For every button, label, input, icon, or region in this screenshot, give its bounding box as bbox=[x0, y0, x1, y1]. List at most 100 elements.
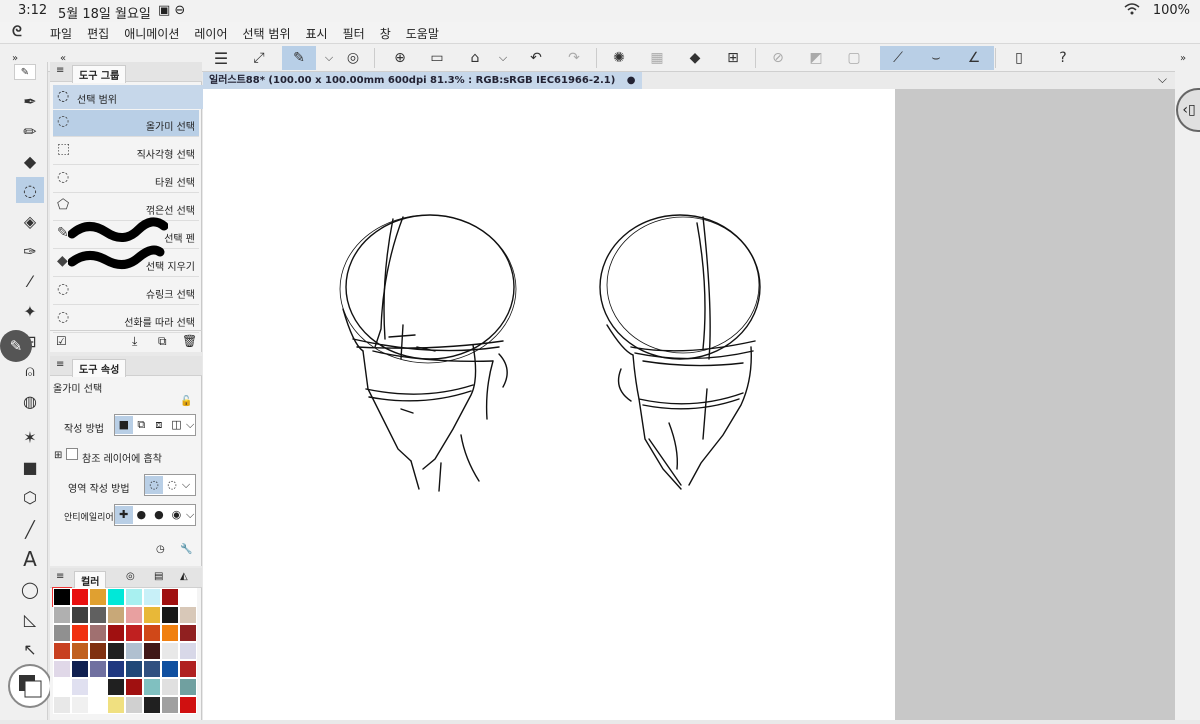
menu-edit[interactable]: 편집 bbox=[87, 25, 109, 42]
color-swatch[interactable] bbox=[143, 696, 161, 714]
color-tab[interactable]: 컬러 bbox=[74, 571, 107, 589]
color-swatch[interactable] bbox=[125, 678, 143, 696]
color-swatch[interactable] bbox=[179, 624, 197, 642]
chevron-down-icon[interactable]: ⌵ bbox=[181, 476, 191, 494]
color-swatch[interactable] bbox=[161, 678, 179, 696]
chevron-down-icon[interactable]: ⌵ bbox=[316, 46, 342, 70]
gesture-icon[interactable]: ◎ bbox=[340, 46, 366, 70]
color-swatch[interactable] bbox=[71, 678, 89, 696]
chevron-down-icon[interactable]: ⌵ bbox=[185, 506, 195, 524]
snap-checkbox[interactable] bbox=[66, 448, 78, 460]
redo-icon[interactable]: ↷ bbox=[561, 46, 587, 70]
color-swatch[interactable] bbox=[71, 588, 89, 606]
tool-property-tab[interactable]: 도구 속성 bbox=[72, 359, 127, 377]
color-swatch[interactable] bbox=[107, 696, 125, 714]
color-swatch[interactable] bbox=[179, 660, 197, 678]
fill-icon[interactable]: ◆ bbox=[682, 46, 708, 70]
color-wheel-icon[interactable]: ◎ bbox=[126, 571, 135, 582]
color-swatch[interactable] bbox=[107, 660, 125, 678]
color-swatch[interactable] bbox=[71, 696, 89, 714]
antialias-weak-icon[interactable]: ● bbox=[133, 506, 151, 524]
color-circle-button[interactable] bbox=[8, 664, 52, 708]
color-swatch[interactable] bbox=[161, 588, 179, 606]
ruler-icon[interactable]: ∠ bbox=[961, 46, 987, 70]
intersect-selection-icon[interactable]: ◫ bbox=[168, 416, 186, 434]
color-swatch[interactable] bbox=[125, 642, 143, 660]
transform-icon[interactable]: ⊞ bbox=[720, 46, 746, 70]
chevron-down-icon[interactable]: ⌵ bbox=[1158, 72, 1167, 87]
eraser-tool-icon[interactable]: ◆ bbox=[16, 148, 44, 174]
color-swatch[interactable] bbox=[89, 696, 107, 714]
deselect-icon[interactable]: ⊘ bbox=[765, 46, 791, 70]
pencil-tool-icon[interactable]: ✏ bbox=[16, 118, 44, 144]
download-icon[interactable]: ⤓ bbox=[132, 334, 137, 349]
color-swatch[interactable] bbox=[89, 624, 107, 642]
subtool-settings-icon[interactable]: ☑ bbox=[56, 334, 67, 348]
color-swatch[interactable] bbox=[107, 588, 125, 606]
color-swatch[interactable] bbox=[107, 642, 125, 660]
antialias-medium-icon[interactable]: ● bbox=[150, 506, 168, 524]
subtool-rectangle[interactable]: ⬚ 직사각형 선택 bbox=[53, 138, 199, 165]
color-swatch[interactable] bbox=[179, 678, 197, 696]
color-swatch[interactable] bbox=[161, 642, 179, 660]
color-swatch[interactable] bbox=[52, 587, 72, 607]
fit-view-icon[interactable]: ⤢ bbox=[246, 46, 272, 70]
text-tool-icon[interactable]: A bbox=[16, 546, 44, 572]
lasso-tool-icon[interactable]: ◌ bbox=[16, 177, 44, 203]
menu-layer[interactable]: 레이어 bbox=[194, 25, 227, 42]
canvas-paper[interactable] bbox=[203, 89, 895, 720]
color-swatch[interactable] bbox=[53, 624, 71, 642]
show-selection-icon[interactable]: ▢ bbox=[841, 46, 867, 70]
color-swatch[interactable] bbox=[89, 678, 107, 696]
lock-icon[interactable]: 🔓 bbox=[180, 396, 192, 407]
subtract-selection-icon[interactable]: ⧈ bbox=[150, 416, 168, 434]
lasso-dotted-icon[interactable]: ◌ bbox=[163, 476, 181, 494]
antialias-strong-icon[interactable]: ◉ bbox=[168, 506, 186, 524]
stamp-tool-icon[interactable]: ⍝ bbox=[16, 358, 44, 384]
color-swatch[interactable] bbox=[179, 696, 197, 714]
menu-filter[interactable]: 필터 bbox=[343, 25, 365, 42]
save-icon[interactable]: ⌂ bbox=[462, 46, 488, 70]
color-swatch[interactable] bbox=[143, 660, 161, 678]
color-swatch[interactable] bbox=[107, 606, 125, 624]
invert-select-icon[interactable]: ◩ bbox=[803, 46, 829, 70]
color-swatch[interactable] bbox=[89, 588, 107, 606]
quick-access-icon[interactable]: ✎ bbox=[282, 46, 316, 70]
frame-tool-icon[interactable]: ◺ bbox=[16, 606, 44, 632]
subtool-lasso[interactable]: ◌ 올가미 선택 bbox=[53, 110, 199, 137]
eyedropper-icon[interactable]: ⁄ bbox=[16, 268, 44, 294]
float-pen-button[interactable]: ✎ bbox=[0, 330, 32, 362]
color-swatch[interactable] bbox=[161, 606, 179, 624]
color-swatch[interactable] bbox=[107, 678, 125, 696]
color-swatch[interactable] bbox=[71, 624, 89, 642]
color-swatch[interactable] bbox=[89, 642, 107, 660]
color-swatch[interactable] bbox=[143, 642, 161, 660]
color-swatch[interactable] bbox=[143, 678, 161, 696]
color-swatch[interactable] bbox=[71, 642, 89, 660]
color-swatch[interactable] bbox=[179, 606, 197, 624]
expand-icon[interactable]: ⊞ bbox=[54, 450, 62, 461]
document-tab[interactable]: 일러스트88* (100.00 x 100.00mm 600dpi 81.3% … bbox=[203, 72, 642, 89]
chevron-down-icon[interactable]: ⌵ bbox=[185, 416, 195, 434]
brush-pressure-icon[interactable]: ⌣ bbox=[923, 46, 949, 70]
color-swatch[interactable] bbox=[125, 660, 143, 678]
panel-menu-icon[interactable]: ≡ bbox=[56, 359, 64, 370]
panel-menu-icon[interactable]: ≡ bbox=[56, 571, 64, 582]
menu-view[interactable]: 표시 bbox=[306, 25, 328, 42]
pen-pressure-icon[interactable]: ⟋ bbox=[885, 46, 911, 70]
color-swatch[interactable] bbox=[143, 606, 161, 624]
color-swatch[interactable] bbox=[161, 624, 179, 642]
color-slider-icon[interactable]: ▤ bbox=[154, 571, 163, 582]
antialias-control[interactable]: ✚ ● ● ◉ ⌵ bbox=[114, 504, 196, 526]
color-swatch[interactable] bbox=[53, 642, 71, 660]
help-bubble-icon[interactable]: ? bbox=[1050, 46, 1076, 70]
color-swatch[interactable] bbox=[125, 588, 143, 606]
color-swatch[interactable] bbox=[125, 696, 143, 714]
antialias-none-icon[interactable]: ✚ bbox=[115, 506, 133, 524]
gradient-tool-icon[interactable]: ■ bbox=[16, 454, 44, 480]
color-swatch[interactable] bbox=[125, 606, 143, 624]
save-chevron-icon[interactable]: ⌵ bbox=[490, 46, 516, 70]
open-folder-icon[interactable]: ▭ bbox=[424, 46, 450, 70]
magic-wand-icon[interactable]: ✶ bbox=[16, 424, 44, 450]
tool-group-tab[interactable]: 도구 그룹 bbox=[72, 65, 127, 83]
